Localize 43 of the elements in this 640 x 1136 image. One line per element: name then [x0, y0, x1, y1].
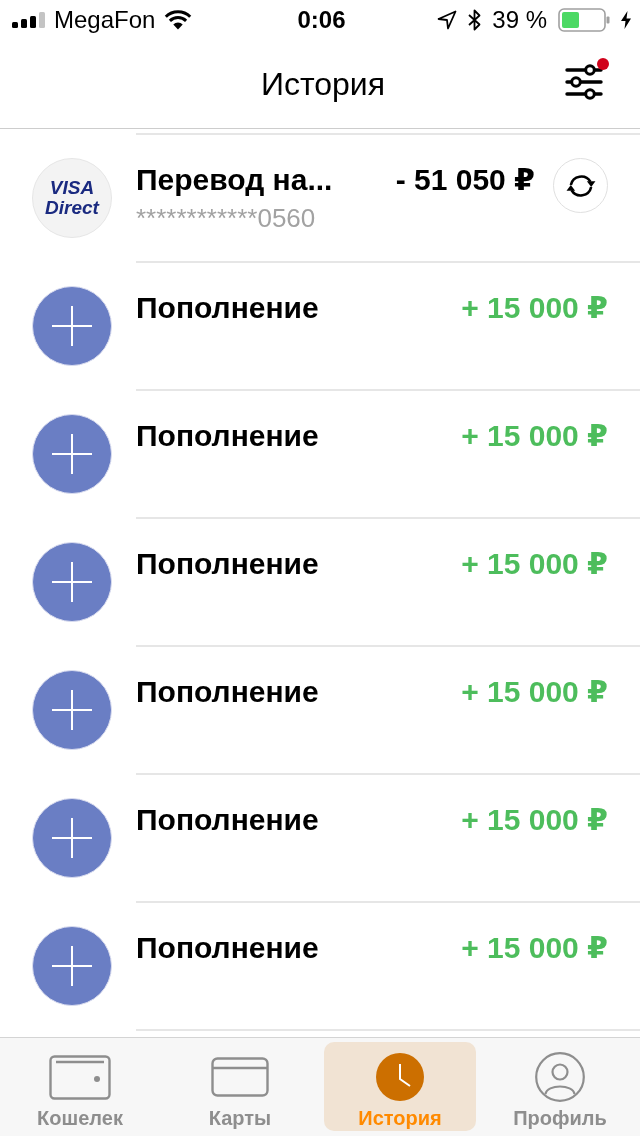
transaction-amount: + 15 000 ₽ [461, 930, 608, 966]
payment-logo: VISA Direct [32, 158, 112, 238]
screen-title: История [260, 65, 386, 104]
transaction-title: Перевод на... [136, 162, 333, 198]
tab[interactable]: Профиль [484, 1042, 636, 1131]
tab[interactable]: Карты [164, 1042, 316, 1131]
transaction-amount: + 15 000 ₽ [461, 418, 608, 454]
transaction-title: Пополнение [136, 930, 319, 966]
transaction-amount: + 15 000 ₽ [461, 674, 608, 710]
clock-time: 0:06 [297, 6, 346, 34]
location-arrow-icon [437, 10, 458, 30]
transaction-amount: + 15 000 ₽ [461, 546, 608, 582]
wallet-icon [49, 1054, 111, 1100]
transaction-title: Пополнение [136, 290, 319, 326]
card-number: ************0560 [136, 202, 316, 234]
transaction-title: Пополнение [136, 546, 319, 582]
clock-icon [376, 1053, 424, 1101]
card-icon [211, 1057, 269, 1097]
signal-icon [12, 12, 45, 28]
bluetooth-icon [468, 9, 482, 31]
filter-button[interactable] [565, 58, 609, 100]
tab[interactable]: Кошелек [4, 1042, 156, 1131]
battery-percent: 39 % [492, 6, 547, 34]
plus-circle-icon [32, 798, 112, 878]
charging-bolt-icon [621, 11, 631, 29]
plus-circle-icon [32, 414, 112, 494]
transaction-title: Пополнение [136, 674, 319, 710]
plus-circle-icon [32, 670, 112, 750]
refresh-icon [565, 172, 596, 199]
plus-circle-icon [32, 542, 112, 622]
plus-circle-icon [32, 926, 112, 1006]
battery-icon [558, 8, 610, 32]
plus-circle-icon [32, 286, 112, 366]
transaction-amount: + 15 000 ₽ [461, 802, 608, 838]
sliders-icon [565, 64, 603, 100]
transaction-amount: + 15 000 ₽ [461, 290, 608, 326]
wifi-icon [164, 10, 193, 30]
transaction-title: Пополнение [136, 802, 319, 838]
tab[interactable]: История [324, 1042, 476, 1131]
profile-icon [535, 1052, 585, 1102]
carrier-name: MegaFon [54, 6, 156, 34]
transaction-title: Пополнение [136, 418, 319, 454]
transaction-amount: - 51 050 ₽ [395, 162, 535, 198]
